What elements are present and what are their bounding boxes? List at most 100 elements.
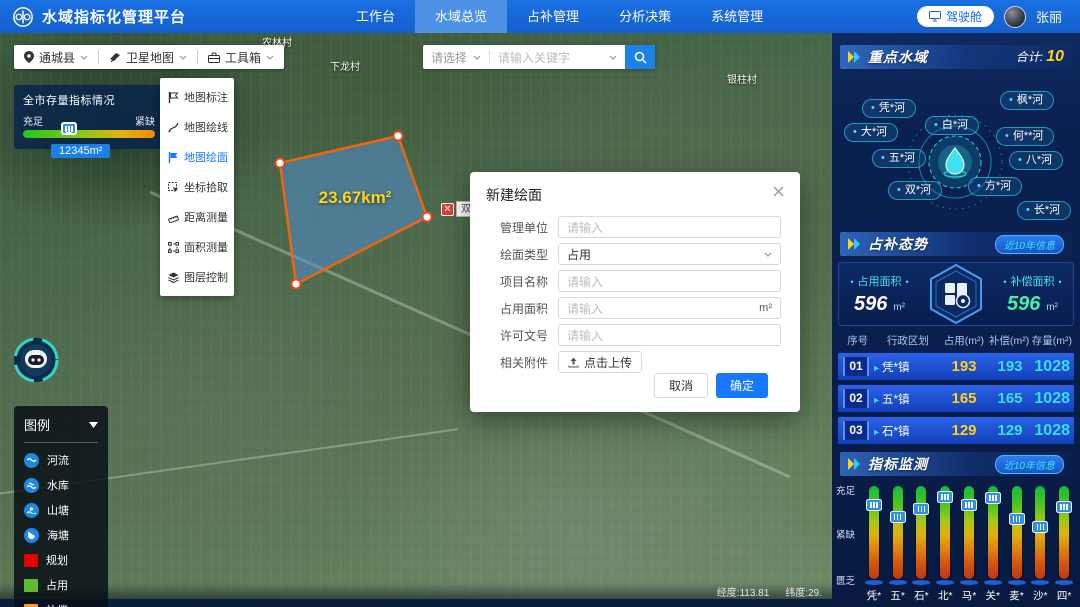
river-tag[interactable]: 何**河 — [996, 127, 1054, 146]
region-selector[interactable]: 通城县 — [14, 49, 98, 66]
tool-map-annotate[interactable]: 地图标注 — [160, 82, 234, 112]
page-title: 水域指标化管理平台 — [42, 6, 186, 27]
upload-button[interactable]: 点击上传 — [558, 351, 642, 373]
legend-header[interactable]: 图例 — [24, 415, 98, 434]
project-name-input[interactable]: 请输入 — [558, 270, 781, 292]
cancel-button[interactable]: 取消 — [654, 373, 708, 398]
gauge-label: 北* — [938, 588, 953, 603]
search-input[interactable]: 请输入关键字 — [490, 49, 625, 66]
search-input-placeholder: 请输入关键字 — [498, 49, 570, 66]
row-compensated: 165 — [988, 390, 1032, 407]
gauge-label: 沙* — [1033, 588, 1048, 603]
permit-number-input[interactable]: 请输入 — [558, 324, 781, 346]
table-row[interactable]: 03 石*镇 129 129 1028 — [838, 417, 1074, 444]
tool-label: 面积测量 — [184, 239, 228, 255]
river-tag[interactable]: 八*河 — [1009, 151, 1063, 170]
search-button[interactable] — [625, 45, 655, 69]
basemap-selector[interactable]: 卫星地图 — [99, 49, 197, 66]
table-header-row: 序号 行政区划 占用(m²) 补偿(m²) 存量(m²) — [838, 333, 1074, 348]
tool-measure-distance[interactable]: 距离测量 — [160, 202, 234, 232]
row-stock: 1028 — [1032, 358, 1074, 376]
management-unit-input[interactable]: 请输入 — [558, 216, 781, 238]
app-window: 水域指标化管理平台 工作台 水域总览 占补管理 分析决策 系统管理 驾驶舱 张丽 — [0, 0, 1080, 607]
close-icon[interactable] — [770, 183, 786, 199]
river-tag[interactable]: 方*河 — [968, 177, 1022, 196]
compensated-area-value: 596 — [1007, 293, 1040, 316]
row-occupied: 129 — [940, 422, 988, 439]
nav-tabs: 工作台 水域总览 占补管理 分析决策 系统管理 — [336, 0, 783, 33]
search-category-select[interactable]: 请选择 — [423, 49, 489, 66]
cancel-draw-icon[interactable]: ✕ — [441, 203, 454, 216]
legend-item-compensated: 补偿 — [24, 602, 98, 607]
gauge: 凭* — [862, 483, 886, 603]
legend-label: 海塘 — [47, 527, 69, 543]
modal-footer: 取消 确定 — [654, 373, 768, 398]
river-tag[interactable]: 五*河 — [872, 149, 926, 168]
tab-balance-management[interactable]: 占补管理 — [507, 0, 599, 33]
section-monitor-header: 指标监测 近10年信息 — [840, 452, 1072, 476]
section-title: 占补态势 — [868, 234, 928, 254]
gauge-columns: 凭* 五* 石* 北* 马* 关* 麦* 沙* 四* — [862, 483, 1076, 603]
toolbox-selector[interactable]: 工具箱 — [198, 49, 284, 66]
dashboard-panel: 重点水域 合计: 10 凭*河 白*河 枫*河 大*河 何**河 五*河 八*河… — [832, 33, 1080, 607]
river-tag[interactable]: 白*河 — [925, 116, 979, 135]
tab-analysis-decision[interactable]: 分析决策 — [599, 0, 691, 33]
row-compensated: 193 — [988, 358, 1032, 375]
double-chevron-icon — [848, 458, 862, 470]
river-tag[interactable]: 双*河 — [888, 181, 942, 200]
table-row[interactable]: 02 五*镇 165 165 1028 — [838, 385, 1074, 412]
legend-label: 占用 — [46, 577, 68, 593]
stock-scale: 充足 紧缺 — [23, 113, 155, 128]
cockpit-button[interactable]: 驾驶舱 — [917, 6, 994, 27]
row-occupied: 193 — [940, 358, 988, 375]
legend-label: 河流 — [47, 452, 69, 468]
ai-assistant-button[interactable] — [12, 336, 60, 384]
occupied-swatch — [24, 579, 38, 592]
basemap-label: 卫星地图 — [126, 49, 174, 66]
confirm-button[interactable]: 确定 — [716, 373, 768, 398]
river-tag[interactable]: 长*河 — [1017, 201, 1071, 220]
gauge-label: 关* — [986, 588, 1001, 603]
toolbox-label: 工具箱 — [225, 49, 261, 66]
grid-chart-icon — [925, 263, 987, 325]
tool-measure-area[interactable]: 面积测量 — [160, 232, 234, 262]
tab-workbench[interactable]: 工作台 — [336, 0, 415, 33]
occupied-area-input[interactable]: 请输入 m² — [558, 297, 781, 319]
draw-line-icon — [168, 122, 179, 133]
tool-draw-polygon[interactable]: 地图绘面 — [160, 142, 234, 172]
row-stock: 1028 — [1032, 390, 1074, 408]
tool-pick-coordinate[interactable]: 坐标拾取 — [160, 172, 234, 202]
river-tag[interactable]: 枫*河 — [1000, 91, 1054, 110]
gauge-y-axis: 充足 紧缺 匮乏 — [836, 483, 862, 603]
tool-draw-line[interactable]: 地图绘线 — [160, 112, 234, 142]
tool-label: 距离测量 — [184, 209, 228, 225]
user-name[interactable]: 张丽 — [1036, 7, 1062, 26]
field-label: 占用面积 — [500, 300, 558, 317]
gauge: 麦* — [1005, 483, 1029, 603]
tab-water-overview[interactable]: 水域总览 — [415, 0, 507, 33]
toolbox-menu: 地图标注 地图绘线 地图绘面 坐标拾取 距离测量 面积测量 — [160, 78, 234, 296]
river-tag[interactable]: 凭*河 — [862, 99, 916, 118]
double-chevron-icon — [848, 238, 862, 250]
table-row[interactable]: 01 凭*镇 193 193 1028 — [838, 353, 1074, 380]
longitude-readout: 经度:113.81 — [717, 584, 770, 599]
chevron-down-icon — [179, 55, 187, 60]
col-header: 序号 — [840, 333, 875, 348]
recent-10y-badge: 近10年信息 — [995, 235, 1064, 254]
coordinate-pick-icon — [168, 182, 179, 193]
tab-system-management[interactable]: 系统管理 — [691, 0, 783, 33]
river-tag[interactable]: 大*河 — [844, 123, 898, 142]
avatar[interactable] — [1004, 6, 1026, 28]
stock-value-badge: 12345m² — [51, 144, 110, 158]
compensated-swatch — [24, 604, 38, 607]
ruler-icon — [168, 212, 179, 223]
gauge-label: 五* — [890, 588, 905, 603]
compensated-area-label: 补偿面积 — [992, 273, 1073, 289]
seawall-icon — [24, 528, 39, 543]
tool-layer-control[interactable]: 图层控制 — [160, 262, 234, 292]
divider — [24, 442, 98, 443]
stock-gradient-bar — [23, 130, 155, 138]
polygon-type-select[interactable]: 占用 — [558, 243, 781, 265]
upload-icon — [568, 357, 579, 368]
row-compensated: 129 — [988, 422, 1032, 439]
